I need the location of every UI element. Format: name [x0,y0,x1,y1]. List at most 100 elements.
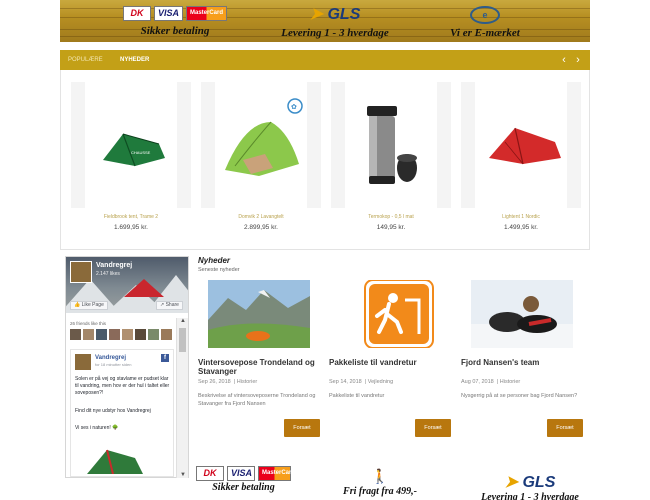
avatar[interactable] [122,329,133,340]
product-image[interactable]: CHAUSSE [85,82,177,208]
gls-logo: ➤ GLS [309,6,361,23]
footer-shipping: 🚶 Fri fragt fra 499,- [330,466,430,497]
product-price: 1.499,95 kr. [504,224,538,231]
avatar[interactable] [109,329,120,340]
avatar[interactable] [96,329,107,340]
product-name[interactable]: Domvik 2 Lavangtelt [201,214,321,220]
tent-green-icon: CHAUSSE [103,133,165,167]
tent-lime-icon: ✿ [225,98,303,176]
product-image[interactable] [345,82,437,208]
avatar[interactable] [161,329,172,340]
article-image[interactable] [339,280,441,348]
fb-cover-photo[interactable]: Vandregrej 2.147 likes 👍 Like Page ↗ Sha… [66,257,188,313]
fb-post: Vandregrej for 18 minutter siden f Solen… [70,349,174,477]
article-title[interactable]: Pakkeliste til vandretur [329,358,449,367]
emaerke-logo: e [470,6,500,24]
footer-delivery: ➤ GLS Levering 1 - 3 hverdage [470,474,590,500]
fb-post-text: Vi ses i naturen! 🌳 [75,425,119,431]
fb-post-image[interactable] [83,446,147,474]
product-price: 149,95 kr. [376,224,406,231]
article-excerpt: Beskrivelse af vintersoveposerne Trondel… [198,393,316,407]
avatar[interactable] [135,329,146,340]
fb-post-text: Solen er på vej og stavlame er pudset kl… [75,376,170,396]
fb-post-author[interactable]: Vandregrej [95,355,126,361]
product-price: 1.699,95 kr. [114,224,148,231]
article-title[interactable]: Fjord Nansen's team [461,358,581,367]
svg-text:✿: ✿ [291,104,297,111]
like-icon: 👍 [74,302,81,308]
article-image[interactable] [208,280,310,348]
article-excerpt: Nysgerrig på at se personer bag Fjord Na… [461,393,578,399]
thermos-icon [367,106,417,184]
article-excerpt: Pakkeliste til vandretur [329,393,385,399]
continue-button[interactable]: Forsæt [547,419,583,437]
article-meta: Aug 07, 2018 | Historier [461,379,521,385]
scroll-down-icon[interactable]: ▼ [177,472,189,478]
carousel-next-icon[interactable]: › [572,53,584,67]
product-name[interactable]: Termokop - 0,5 l mat [331,214,451,220]
tree-icon: 🌳 [112,425,119,431]
fb-post-text: Find dit nye udstyr hos Vandregrej [75,408,151,414]
gls-logo: ➤ GLS [504,474,556,491]
visa-logo: VISA [153,6,183,21]
fb-friends-text: 26 friends like this [70,321,107,326]
avatar[interactable] [70,329,81,340]
fb-likes-count: 2.147 likes [96,271,120,277]
product-tabs-bar: Populære Nyheder ‹ › [60,50,590,70]
scroll-thumb[interactable] [179,328,186,352]
avatar[interactable] [83,329,94,340]
avatar[interactable] [148,329,159,340]
hiker-icon: 🚶 [371,468,389,484]
facebook-page-widget: Vandregrej 2.147 likes 👍 Like Page ↗ Sha… [65,256,189,478]
mastercard-logo: MasterCard [186,6,228,21]
tab-news[interactable]: Nyheder [120,50,149,70]
footer-payment-caption: Sikker betaling [212,482,275,493]
product-name[interactable]: Lightent 1 Nordic [461,214,581,220]
product-image[interactable]: ✿ [215,82,307,208]
top-banner: DK VISA MasterCard Sikker betaling ➤ GLS… [60,0,590,42]
carousel-prev-icon[interactable]: ‹ [558,53,570,67]
share-icon: ↗ [160,302,165,308]
article-meta: Sep 14, 2018 | Vejledning [329,379,394,385]
news-heading: Nyheder [198,256,231,265]
svg-text:CHAUSSE: CHAUSSE [131,150,151,155]
news-article: Vintersovepose Trondeland og Stavanger S… [198,280,320,440]
product-card[interactable]: Termokop - 0,5 l mat 149,95 kr. [331,82,451,247]
product-image[interactable] [475,82,567,208]
fb-post-time[interactable]: for 18 minutter siden [95,362,131,367]
footer-payment: DK VISA MasterCard Sikker betaling [196,466,295,493]
article-image[interactable] [471,280,573,348]
article-meta: Sep 26, 2018 | Historier [198,379,258,385]
emaerke-caption: Vi er E-mærket [450,27,520,39]
footer-shipping-caption: Fri fragt fra 499,- [343,486,417,497]
fb-page-name[interactable]: Vandregrej [96,262,132,269]
dankort-logo: DK [196,466,224,481]
article-title[interactable]: Vintersovepose Trondeland og Stavanger [198,358,318,376]
product-card[interactable]: Lightent 1 Nordic 1.499,95 kr. [461,82,581,247]
news-article: Fjord Nansen's team Aug 07, 2018 | Histo… [461,280,583,440]
product-name[interactable]: Fieldbrook tent, Trame 2 [71,214,191,220]
product-card[interactable]: CHAUSSE Fieldbrook tent, Trame 2 1.699,9… [71,82,191,247]
delivery-caption: Levering 1 - 3 hverdage [281,27,389,39]
tab-popular[interactable]: Populære [68,50,103,70]
news-subheading: Seneste nyheder [198,267,240,273]
fb-friend-avatars [70,329,172,340]
footer-delivery-caption: Levering 1 - 3 hverdage [481,492,579,500]
continue-button[interactable]: Forsæt [284,419,320,437]
product-card[interactable]: ✿ Domvik 2 Lavangtelt 2.899,95 kr. [201,82,321,247]
scroll-up-icon[interactable]: ▲ [177,318,189,324]
facebook-icon: f [161,354,169,362]
continue-button[interactable]: Forsæt [415,419,451,437]
visa-logo: VISA [227,466,255,481]
emaerke-banner: e Vi er E-mærket [430,6,540,39]
fb-share-button[interactable]: ↗ Share [156,301,183,310]
tent-red-icon [489,127,561,165]
payment-caption: Sikker betaling [140,25,210,37]
fb-like-page-button[interactable]: 👍 Like Page [70,301,108,310]
fb-page-avatar[interactable] [70,261,92,283]
product-price: 2.899,95 kr. [244,224,278,231]
dankort-logo: DK [122,6,151,21]
fb-post-avatar[interactable] [75,354,91,370]
fb-scrollbar[interactable]: ▲ ▼ [176,318,188,478]
delivery-banner: ➤ GLS Levering 1 - 3 hverdage [270,6,400,39]
